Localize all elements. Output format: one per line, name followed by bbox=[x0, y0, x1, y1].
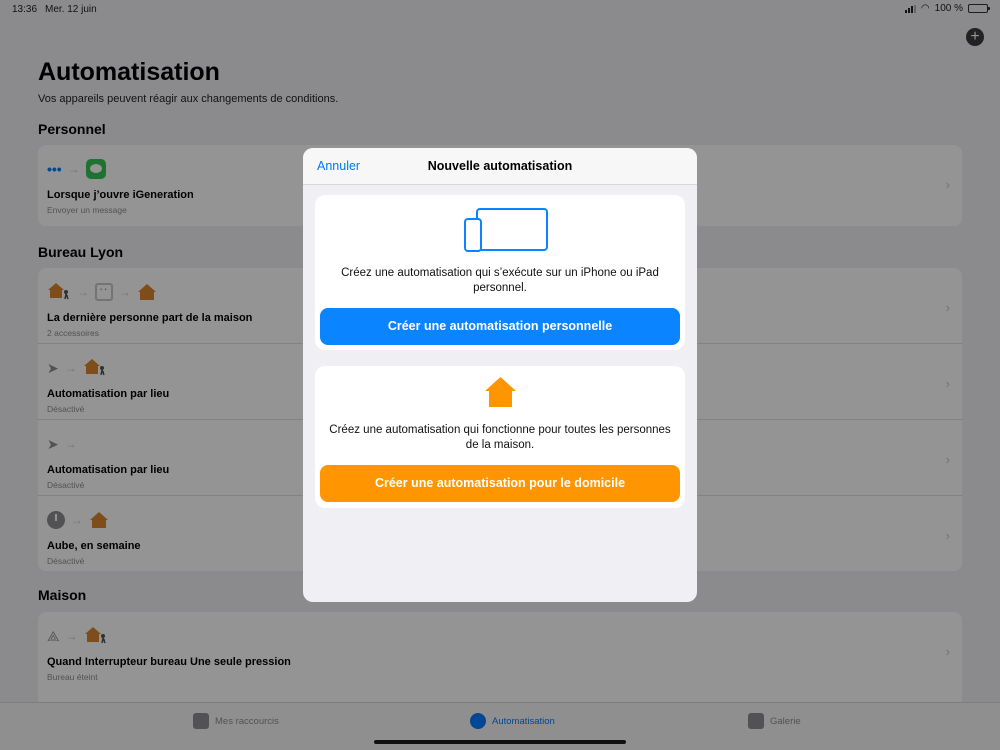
home-description: Créez une automatisation qui fonctionne … bbox=[329, 424, 671, 451]
create-personal-automation-button[interactable]: Créer une automatisation personnelle bbox=[320, 308, 680, 345]
home-automation-card: Créez une automatisation qui fonctionne … bbox=[315, 366, 685, 508]
sheet-header: Annuler Nouvelle automatisation bbox=[303, 148, 697, 185]
personal-description: Créez une automatisation qui s’exécute s… bbox=[341, 267, 659, 294]
home-indicator[interactable] bbox=[374, 740, 626, 744]
create-home-automation-button[interactable]: Créer une automatisation pour le domicil… bbox=[320, 465, 680, 502]
personal-automation-card: Créez une automatisation qui s’exécute s… bbox=[315, 195, 685, 350]
sheet-title: Nouvelle automatisation bbox=[427, 159, 573, 173]
ipad-icon bbox=[476, 208, 548, 251]
iphone-icon bbox=[464, 218, 482, 252]
new-automation-sheet: Annuler Nouvelle automatisation Créez un… bbox=[303, 148, 697, 602]
house-icon bbox=[485, 377, 516, 407]
